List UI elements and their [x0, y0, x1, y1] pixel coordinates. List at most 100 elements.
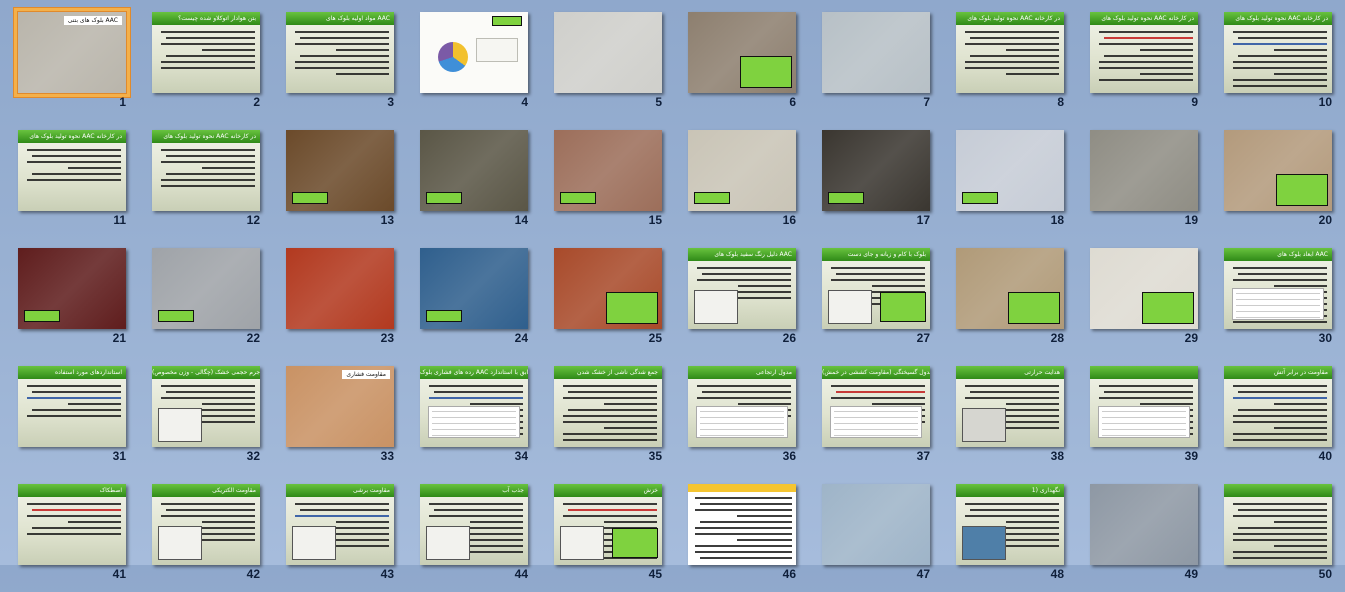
slide-preview[interactable] [554, 248, 662, 329]
slide-thumbnail-6[interactable]: 6 [670, 2, 804, 120]
slide-preview[interactable]: اصطکاک [18, 484, 126, 565]
slide-thumbnail-24[interactable]: 24 [402, 238, 536, 356]
slide-thumbnail-47[interactable]: 47 [804, 474, 938, 592]
slide-thumbnail-17[interactable]: 17 [804, 120, 938, 238]
slide-thumbnail-20[interactable]: 20 [1206, 120, 1340, 238]
slide-preview[interactable] [152, 248, 260, 329]
slide-preview[interactable] [688, 130, 796, 211]
slide-thumbnail-5[interactable]: 5 [536, 2, 670, 120]
slide-thumbnail-25[interactable]: 25 [536, 238, 670, 356]
slide-preview[interactable]: مواد اولیه بلوک های AAC [286, 12, 394, 93]
slide-preview[interactable]: خزش [554, 484, 662, 565]
slide-thumbnail-16[interactable]: 16 [670, 120, 804, 238]
slide-thumbnail-27[interactable]: بلوک با کام و زبانه و جای دست 27 [804, 238, 938, 356]
slide-preview[interactable]: مقاومت برشی [286, 484, 394, 565]
slide-thumbnail-38[interactable]: هدایت حرارتی 38 [938, 356, 1072, 474]
slide-preview[interactable]: نحوه تولید بلوک های AAC در کارخانه [152, 130, 260, 211]
slide-preview[interactable]: استانداردهای مورد استفاده [18, 366, 126, 447]
slide-thumbnail-42[interactable]: مقاومت الکتریکی 42 [134, 474, 268, 592]
slide-preview[interactable]: جمع شدگی ناشی از خشک شدن [554, 366, 662, 447]
slide-preview[interactable] [822, 484, 930, 565]
slide-preview[interactable] [956, 248, 1064, 329]
slide-preview[interactable] [1090, 366, 1198, 447]
slide-thumbnail-11[interactable]: نحوه تولید بلوک های AAC در کارخانه 11 [0, 120, 134, 238]
slide-thumbnail-18[interactable]: 18 [938, 120, 1072, 238]
slide-thumbnail-1[interactable]: بلوک های بتنی AAC 1 [0, 2, 134, 120]
slide-thumbnail-4[interactable]: 4 [402, 2, 536, 120]
slide-preview[interactable] [822, 12, 930, 93]
slide-preview[interactable] [420, 248, 528, 329]
slide-preview[interactable] [286, 248, 394, 329]
slide-thumbnail-44[interactable]: جذب آب 44 [402, 474, 536, 592]
slide-preview[interactable]: نحوه تولید بلوک های AAC در کارخانه [1090, 12, 1198, 93]
slide-preview[interactable] [554, 12, 662, 93]
slide-thumbnail-26[interactable]: دلیل رنگ سفید بلوک های AAC 26 [670, 238, 804, 356]
slide-preview[interactable] [18, 248, 126, 329]
slide-preview[interactable]: مقاومت فشاری [286, 366, 394, 447]
slide-thumbnail-9[interactable]: نحوه تولید بلوک های AAC در کارخانه 9 [1072, 2, 1206, 120]
slide-thumbnail-31[interactable]: استانداردهای مورد استفاده 31 [0, 356, 134, 474]
slide-preview[interactable] [1090, 130, 1198, 211]
slide-preview[interactable]: بلوک با کام و زبانه و جای دست [822, 248, 930, 329]
slide-thumbnail-14[interactable]: 14 [402, 120, 536, 238]
slide-thumbnail-33[interactable]: مقاومت فشاری 33 [268, 356, 402, 474]
slide-preview[interactable] [688, 484, 796, 565]
slide-preview[interactable] [688, 12, 796, 93]
slide-thumbnail-10[interactable]: نحوه تولید بلوک های AAC در کارخانه 10 [1206, 2, 1340, 120]
slide-preview[interactable]: نحوه تولید بلوک های AAC در کارخانه [1224, 12, 1332, 93]
slide-preview[interactable]: مدول ارتجاعی [688, 366, 796, 447]
slide-thumbnail-15[interactable]: 15 [536, 120, 670, 238]
slide-thumbnail-2[interactable]: بتن هوادار اتوکلاو شده چیست؟ 2 [134, 2, 268, 120]
slide-thumbnail-36[interactable]: مدول ارتجاعی 36 [670, 356, 804, 474]
slide-thumbnail-28[interactable]: 28 [938, 238, 1072, 356]
slide-thumbnail-12[interactable]: نحوه تولید بلوک های AAC در کارخانه 12 [134, 120, 268, 238]
slide-preview[interactable] [1090, 484, 1198, 565]
slide-preview[interactable] [420, 130, 528, 211]
slide-preview[interactable] [554, 130, 662, 211]
slide-thumbnail-50[interactable]: 50 [1206, 474, 1340, 592]
slide-thumbnail-35[interactable]: جمع شدگی ناشی از خشک شدن 35 [536, 356, 670, 474]
slide-preview[interactable] [286, 130, 394, 211]
slide-thumbnail-49[interactable]: 49 [1072, 474, 1206, 592]
slide-preview[interactable]: نحوه تولید بلوک های AAC در کارخانه [956, 12, 1064, 93]
slide-thumbnail-3[interactable]: مواد اولیه بلوک های AAC 3 [268, 2, 402, 120]
slide-thumbnail-48[interactable]: 1) نگهداری 48 [938, 474, 1072, 592]
slide-thumbnail-13[interactable]: 13 [268, 120, 402, 238]
slide-preview[interactable]: ابعاد بلوک های AAC [1224, 248, 1332, 329]
slide-thumbnail-7[interactable]: 7 [804, 2, 938, 120]
slide-preview[interactable]: دلیل رنگ سفید بلوک های AAC [688, 248, 796, 329]
slide-preview[interactable]: مدول گسیختگی (مقاومت کششی در خمش) [822, 366, 930, 447]
slide-thumbnail-34[interactable]: رده های فشاری بلوک AAC مطابق با استاندار… [402, 356, 536, 474]
slide-preview[interactable]: بتن هوادار اتوکلاو شده چیست؟ [152, 12, 260, 93]
slide-preview[interactable]: جرم حجمی خشک (چگالی - وزن مخصوص) [152, 366, 260, 447]
slide-thumbnail-32[interactable]: جرم حجمی خشک (چگالی - وزن مخصوص) 32 [134, 356, 268, 474]
slide-thumbnail-30[interactable]: ابعاد بلوک های AAC 30 [1206, 238, 1340, 356]
slide-preview[interactable]: 1) نگهداری [956, 484, 1064, 565]
slide-preview[interactable]: مقاومت الکتریکی [152, 484, 260, 565]
slide-thumbnail-37[interactable]: مدول گسیختگی (مقاومت کششی در خمش) 37 [804, 356, 938, 474]
slide-preview[interactable]: مقاومت در برابر آتش [1224, 366, 1332, 447]
slide-thumbnail-40[interactable]: مقاومت در برابر آتش 40 [1206, 356, 1340, 474]
slide-thumbnail-21[interactable]: 21 [0, 238, 134, 356]
slide-thumbnail-23[interactable]: 23 [268, 238, 402, 356]
slide-preview[interactable]: رده های فشاری بلوک AAC مطابق با استاندار… [420, 366, 528, 447]
slide-preview[interactable]: جذب آب [420, 484, 528, 565]
slide-thumbnail-43[interactable]: مقاومت برشی 43 [268, 474, 402, 592]
slide-thumbnail-22[interactable]: 22 [134, 238, 268, 356]
slide-preview[interactable] [822, 130, 930, 211]
slide-preview[interactable]: نحوه تولید بلوک های AAC در کارخانه [18, 130, 126, 211]
slide-preview[interactable]: بلوک های بتنی AAC [14, 8, 130, 97]
slide-preview[interactable] [1224, 130, 1332, 211]
slide-thumbnail-8[interactable]: نحوه تولید بلوک های AAC در کارخانه 8 [938, 2, 1072, 120]
slide-preview[interactable] [956, 130, 1064, 211]
slide-thumbnail-29[interactable]: 29 [1072, 238, 1206, 356]
slide-preview[interactable] [420, 12, 528, 93]
slide-thumbnail-19[interactable]: 19 [1072, 120, 1206, 238]
slide-preview[interactable] [1224, 484, 1332, 565]
slide-thumbnail-39[interactable]: 39 [1072, 356, 1206, 474]
slide-preview[interactable]: هدایت حرارتی [956, 366, 1064, 447]
slide-thumbnail-45[interactable]: خزش 45 [536, 474, 670, 592]
slide-preview[interactable] [1090, 248, 1198, 329]
slide-thumbnail-41[interactable]: اصطکاک 41 [0, 474, 134, 592]
slide-thumbnail-46[interactable]: 46 [670, 474, 804, 592]
